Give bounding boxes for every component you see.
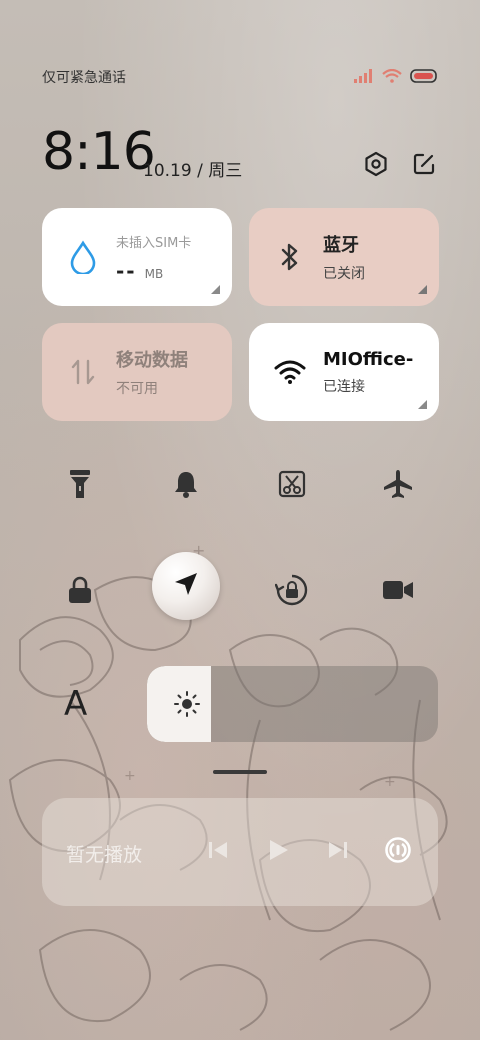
rotation-lock-toggle[interactable] — [262, 562, 322, 622]
bluetooth-tile[interactable]: 蓝牙 已关闭 — [249, 208, 439, 306]
wifi-icon — [382, 68, 402, 87]
next-button[interactable] — [322, 836, 354, 868]
screenshot-toggle[interactable] — [262, 456, 322, 516]
bluetooth-status: 已关闭 — [323, 266, 365, 282]
location-toggle[interactable] — [152, 552, 220, 620]
water-drop-icon — [66, 240, 100, 274]
flashlight-icon — [69, 468, 91, 504]
ring-toggle[interactable] — [156, 456, 216, 516]
rotation-lock-icon — [274, 573, 309, 611]
data-usage-tile[interactable]: 未插入SIM卡 -- MB — [42, 208, 232, 306]
wifi-status: 已连接 — [323, 378, 365, 395]
bluetooth-title: 蓝牙 — [323, 235, 359, 256]
mobile-data-status: 不可用 — [116, 381, 158, 397]
battery-low-icon — [410, 68, 438, 87]
brightness-slider[interactable] — [147, 666, 438, 742]
status-bar: 仅可紧急通话 — [42, 62, 438, 90]
cast-icon — [384, 836, 412, 868]
play-button[interactable] — [262, 836, 294, 868]
wifi-tile[interactable]: MIOffice- 已连接 — [249, 323, 439, 421]
previous-icon — [207, 839, 229, 865]
previous-button[interactable] — [202, 836, 234, 868]
font-size-button[interactable]: A — [64, 684, 87, 724]
screen-record-toggle[interactable] — [368, 562, 428, 622]
settings-icon[interactable] — [362, 150, 390, 178]
edit-icon[interactable] — [410, 150, 438, 178]
lock-screen-toggle[interactable] — [50, 562, 110, 622]
airplane-icon — [382, 468, 414, 504]
sim-status-label: 未插入SIM卡 — [116, 235, 192, 251]
cast-button[interactable] — [382, 836, 414, 868]
header-actions — [362, 150, 438, 178]
clock-time: 8:16 — [42, 122, 156, 182]
carrier-text: 仅可紧急通话 — [42, 70, 126, 86]
location-arrow-icon — [172, 570, 200, 602]
data-usage-unit: MB — [144, 266, 164, 281]
flashlight-toggle[interactable] — [50, 456, 110, 516]
date-text: 10.19 / 周三 — [143, 161, 243, 181]
panel-drag-handle[interactable] — [213, 770, 267, 774]
video-camera-icon — [382, 579, 414, 605]
status-icons — [354, 68, 438, 87]
media-player-card[interactable]: 暂无播放 — [42, 798, 438, 906]
data-arrows-icon — [66, 355, 100, 389]
signal-icon — [354, 68, 374, 87]
wifi-icon — [273, 355, 307, 389]
brightness-row: A — [42, 666, 438, 742]
play-icon — [266, 838, 290, 866]
screenshot-icon — [278, 470, 306, 502]
expand-corner-icon — [211, 285, 220, 294]
next-icon — [327, 839, 349, 865]
media-status-label: 暂无播放 — [66, 844, 143, 866]
expand-corner-icon — [418, 400, 427, 409]
svg-text:+: + — [124, 768, 136, 784]
sun-icon — [173, 690, 201, 722]
mobile-data-title: 移动数据 — [116, 350, 188, 371]
mobile-data-tile[interactable]: 移动数据 不可用 — [42, 323, 232, 421]
expand-corner-icon — [418, 285, 427, 294]
data-usage-value: -- — [116, 258, 137, 283]
lock-icon — [67, 576, 93, 608]
bluetooth-icon — [273, 240, 307, 274]
svg-text:+: + — [384, 774, 396, 790]
bell-icon — [172, 469, 200, 503]
wifi-network-name: MIOffice- — [323, 348, 414, 370]
airplane-toggle[interactable] — [368, 456, 428, 516]
